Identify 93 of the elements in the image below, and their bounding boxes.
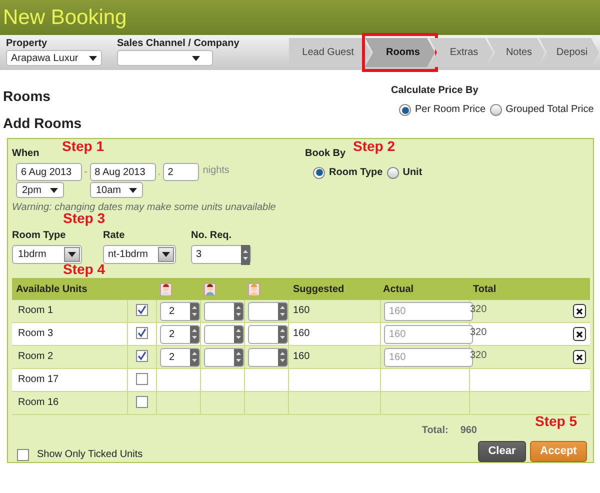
time-dropdown[interactable]: 10am xyxy=(90,182,143,198)
field-label: Sales Channel / Company xyxy=(117,38,240,50)
row-total: 320 xyxy=(470,303,487,317)
room-type-dropdown[interactable]: 1bdrm xyxy=(12,245,82,264)
radio-label: Room Type xyxy=(329,166,383,180)
time-dropdown[interactable]: 2pm xyxy=(16,182,64,198)
radio-label: Grouped Total Price xyxy=(506,103,594,117)
checkbox[interactable] xyxy=(136,396,148,408)
spinner-arrows-icon xyxy=(234,348,243,366)
guest-count-spinner[interactable] xyxy=(248,324,288,344)
checkbox[interactable] xyxy=(136,350,148,362)
guest-count-spinner[interactable] xyxy=(204,324,244,344)
spinner-arrows-icon xyxy=(278,348,287,366)
spinner-arrows-icon xyxy=(278,302,287,320)
suggested-price: 160 xyxy=(289,323,381,345)
step-annotation: Step 2 xyxy=(353,140,396,153)
field-label: When xyxy=(12,147,40,161)
remove-icon[interactable] xyxy=(573,350,586,364)
guest-count-spinner[interactable] xyxy=(204,348,244,366)
step-annotation: Step 5 xyxy=(535,415,578,428)
caret-icon xyxy=(129,188,137,192)
section-heading: Add Rooms xyxy=(3,114,82,132)
remove-icon[interactable] xyxy=(573,327,586,341)
rate-dropdown[interactable]: nt-1bdrm xyxy=(103,245,176,264)
row-total: 320 xyxy=(470,349,487,363)
column-header: Actual xyxy=(382,282,415,296)
quantity-spinner[interactable]: 3 xyxy=(191,245,251,264)
clear-button[interactable]: Clear xyxy=(478,441,526,462)
step-annotation: Step 4 xyxy=(63,263,106,276)
radio-label: Per Room Price xyxy=(415,103,486,117)
adult-icon xyxy=(160,282,172,296)
column-header: Suggested xyxy=(292,282,346,296)
guest-count-spinner[interactable] xyxy=(204,302,244,320)
unit-name: Room 2 xyxy=(12,346,128,368)
step-annotation: Step 3 xyxy=(63,212,106,225)
unit-name: Room 17 xyxy=(12,369,128,391)
page-title: New Booking xyxy=(3,7,127,28)
unit-name: Room 16 xyxy=(12,392,128,414)
field-label: Room Type xyxy=(12,230,67,242)
baby-icon xyxy=(248,282,260,296)
step-tab[interactable]: Extras xyxy=(429,38,493,67)
field-label: Book By xyxy=(305,147,346,161)
guest-count-spinner[interactable] xyxy=(248,348,288,366)
caret-icon xyxy=(50,188,58,192)
radio-button[interactable] xyxy=(490,104,502,116)
field-label: Rate xyxy=(103,230,126,242)
property-dropdown[interactable]: Arapawa Luxur xyxy=(6,50,102,66)
radio-button[interactable] xyxy=(399,104,411,116)
suggested-price: 160 xyxy=(289,346,381,368)
caret-icon xyxy=(192,56,200,60)
spinner-arrows-icon xyxy=(234,326,243,342)
warning-text: Warning: changing dates may make some units unavailable xyxy=(12,202,276,213)
nights-field[interactable]: 2 xyxy=(162,163,199,181)
checkbox-label: Show Only Ticked Units xyxy=(37,448,143,462)
guest-count-spinner[interactable] xyxy=(248,302,288,320)
checkbox[interactable] xyxy=(136,373,148,385)
spinner-arrows-icon xyxy=(241,244,250,264)
guest-count-spinner[interactable]: 2 xyxy=(160,348,200,366)
spinner-arrows-icon xyxy=(190,326,199,342)
spinner-arrows-icon xyxy=(190,302,199,320)
child-icon xyxy=(204,282,216,296)
separator-text: . xyxy=(158,164,161,180)
total-value: 960 xyxy=(460,424,477,438)
unit-name: Room 1 xyxy=(12,300,128,322)
total-label: Total: xyxy=(422,424,448,438)
field-label: Calculate Price By xyxy=(391,84,480,98)
step-tab[interactable]: Rooms xyxy=(365,38,435,67)
remove-icon[interactable] xyxy=(573,304,586,318)
spinner-arrows-icon xyxy=(278,326,287,342)
row-total: 320 xyxy=(470,326,487,340)
column-header: Total xyxy=(472,282,498,296)
guest-count-spinner[interactable]: 2 xyxy=(160,302,200,320)
date-field[interactable]: 8 Aug 2013 xyxy=(90,163,156,181)
unit-name: Room 3 xyxy=(12,323,128,345)
field-label: Property xyxy=(6,38,48,50)
checkbox[interactable] xyxy=(17,448,29,460)
radio-label: Unit xyxy=(402,166,422,180)
radio-button[interactable] xyxy=(313,166,325,178)
step-annotation: Step 1 xyxy=(62,140,104,153)
spinner-arrows-icon xyxy=(190,348,199,366)
field-label: No. Req. xyxy=(191,230,233,242)
separator-text: - xyxy=(84,164,88,180)
checkbox[interactable] xyxy=(136,327,148,339)
guest-count-spinner[interactable]: 2 xyxy=(160,324,200,344)
caret-icon xyxy=(89,56,97,60)
section-heading: Rooms xyxy=(3,87,52,105)
suggested-price: 160 xyxy=(289,300,381,322)
nights-label: nights xyxy=(202,164,230,178)
date-field[interactable]: 6 Aug 2013 xyxy=(16,163,82,181)
column-header: Available Units xyxy=(15,282,88,296)
checkbox[interactable] xyxy=(136,304,148,316)
spinner-arrows-icon xyxy=(234,302,243,320)
radio-button[interactable] xyxy=(386,166,399,178)
